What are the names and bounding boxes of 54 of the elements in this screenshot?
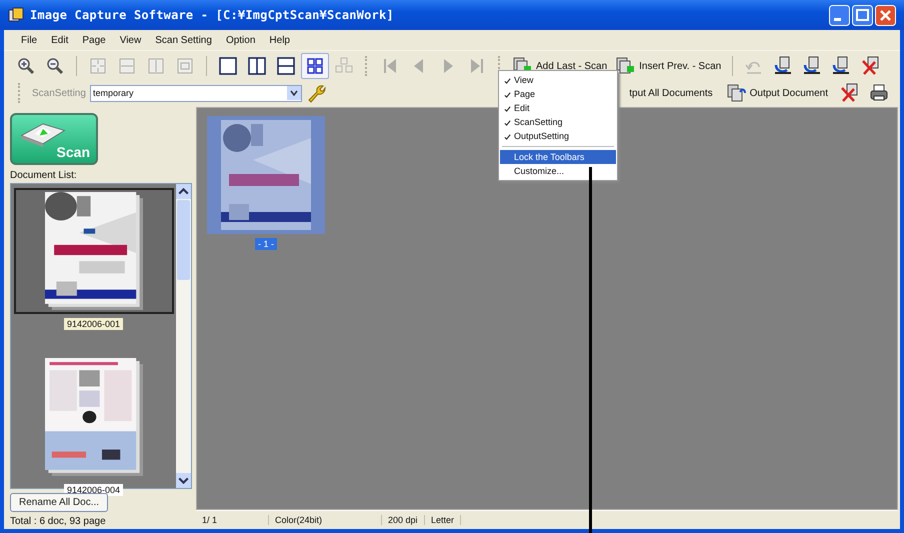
scan-setting-dropdown[interactable]: temporary	[90, 84, 302, 102]
grid-icon	[305, 56, 325, 76]
menu-item[interactable]: Help	[262, 34, 297, 46]
menu-item[interactable]: OutputSetting	[500, 129, 616, 143]
menu-item[interactable]: File	[14, 34, 44, 46]
fit-page-icon	[88, 56, 108, 76]
pages-icon	[616, 56, 636, 76]
total-count: Total : 6 doc, 93 page	[10, 516, 107, 527]
document-item[interactable]: 9142006-004	[13, 352, 174, 496]
menu-item[interactable]: Lock the Toolbars	[500, 150, 616, 164]
menu-item[interactable]: Customize...	[500, 164, 616, 178]
pages-icon	[726, 83, 747, 103]
menu-item[interactable]: Page	[500, 87, 616, 101]
document-list-label: Document List:	[10, 170, 78, 181]
window-title: Image Capture Software - [C:¥ImgCptScan¥ScanWork]	[30, 8, 394, 22]
printer-icon[interactable]	[869, 83, 889, 103]
menu-item[interactable]: Page	[75, 34, 113, 46]
zoom-in-icon	[16, 56, 36, 76]
actual-size-icon	[175, 56, 195, 76]
zoom-out-icon	[45, 56, 65, 76]
menu-item[interactable]: View	[112, 34, 148, 46]
fit-width-icon	[117, 56, 137, 76]
output-all-button[interactable]: tput All Documents	[629, 88, 713, 98]
rename-all-button[interactable]: Rename All Doc...	[10, 493, 108, 512]
minimize-button[interactable]	[829, 4, 850, 26]
menu-item[interactable]: ScanSetting	[500, 115, 616, 129]
rotate-right-icon	[802, 56, 822, 76]
menu-item[interactable]: Edit	[44, 34, 76, 46]
close-button[interactable]	[875, 4, 896, 26]
fit-height-icon	[146, 56, 166, 76]
rotate-left-icon	[773, 56, 794, 76]
status-field: Color(24bit)	[269, 515, 382, 525]
two-row-icon	[276, 56, 296, 76]
output-document-button[interactable]: Output Document	[722, 80, 832, 106]
toolbar-button[interactable]	[301, 53, 329, 79]
status-field: 1/ 1	[196, 515, 269, 525]
delete-page-icon	[860, 56, 880, 76]
scroll-bar[interactable]	[176, 184, 191, 488]
app-icon	[8, 7, 24, 23]
status-field: 200 dpi	[382, 515, 425, 525]
menu-item[interactable]: Edit	[500, 101, 616, 115]
page-number: - 1 -	[254, 238, 277, 250]
rotate-180-icon	[831, 56, 852, 76]
single-page-icon	[218, 56, 238, 76]
status-field: Letter	[425, 515, 462, 525]
document-name: 9142006-001	[64, 318, 124, 330]
maximize-button[interactable]	[852, 4, 873, 26]
scan-setting-label: ScanSetting	[32, 88, 86, 98]
wrench-icon[interactable]	[306, 83, 326, 103]
menu-item[interactable]: Option	[218, 34, 262, 46]
delete-document-icon[interactable]	[839, 83, 859, 103]
two-column-icon	[247, 56, 267, 76]
menu-item[interactable]: View	[500, 73, 616, 87]
menu-item[interactable]: Scan Setting	[148, 34, 219, 46]
